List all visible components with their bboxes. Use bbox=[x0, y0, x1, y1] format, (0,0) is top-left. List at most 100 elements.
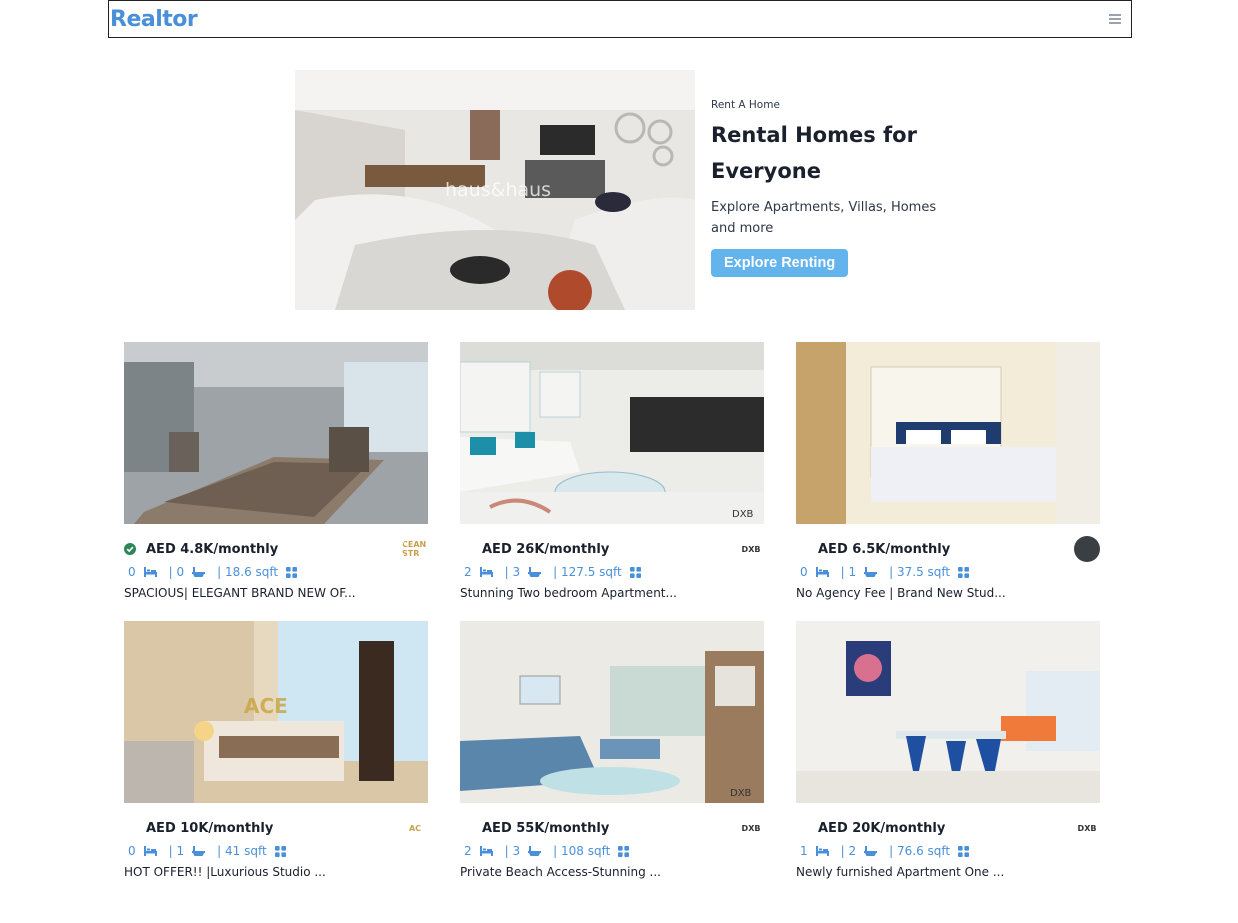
property-stats: 0 | 1 | 41 sqft bbox=[124, 843, 428, 859]
property-title: HOT OFFER!! |Luxurious Studio ... bbox=[124, 865, 326, 879]
price-row: AED 10K/monthly AC bbox=[124, 815, 428, 841]
hero-description: Explore Apartments, Villas, Homes and mo… bbox=[711, 197, 941, 239]
grid-area-icon bbox=[958, 845, 970, 857]
property-title: Newly furnished Apartment One ... bbox=[796, 865, 1005, 879]
area-size: | 127.5 sqft bbox=[553, 565, 622, 579]
bath-icon bbox=[864, 845, 878, 856]
area-size: | 76.6 sqft bbox=[889, 844, 951, 858]
price-wrap: AED 6.5K/monthly bbox=[796, 542, 950, 557]
property-image bbox=[796, 342, 1100, 524]
navbar: Realtor bbox=[108, 0, 1132, 38]
baths-count: | 1 bbox=[168, 844, 185, 858]
hero-banner: haus&haus Rent A Home Rental Homes for E… bbox=[295, 70, 951, 310]
property-title: Stunning Two bedroom Apartment... bbox=[460, 586, 677, 600]
bed-icon bbox=[143, 567, 157, 577]
hero-title-line1: Rental Homes for bbox=[711, 123, 917, 147]
price-row: AED 55K/monthly DXB bbox=[460, 815, 764, 841]
property-price: AED 26K/monthly bbox=[482, 541, 610, 557]
agency-avatar: AC bbox=[402, 815, 428, 841]
rooms-count: 2 bbox=[464, 565, 472, 579]
price-wrap: AED 10K/monthly bbox=[124, 821, 273, 836]
rooms-count: 0 bbox=[128, 565, 136, 579]
agency-avatar: CEAN STR bbox=[402, 536, 428, 562]
baths-count: | 3 bbox=[504, 844, 521, 858]
bath-icon bbox=[864, 566, 878, 577]
logo[interactable]: Realtor bbox=[110, 7, 198, 32]
baths-count: | 0 bbox=[168, 565, 185, 579]
property-stats: 2 | 3 | 108 sqft bbox=[460, 843, 764, 859]
grid-area-icon bbox=[958, 566, 970, 578]
bath-icon bbox=[192, 845, 206, 856]
grid-area-icon bbox=[286, 566, 298, 578]
price-row: AED 6.5K/monthly bbox=[796, 536, 1100, 562]
area-size: | 41 sqft bbox=[217, 844, 267, 858]
property-image bbox=[124, 342, 428, 524]
bed-icon bbox=[143, 846, 157, 856]
agency-avatar: DXB bbox=[738, 536, 764, 562]
agency-avatar bbox=[1074, 536, 1100, 562]
listings-grid: AED 4.8K/monthly CEAN STR 0 | 0 | 18.6 s… bbox=[124, 342, 1100, 900]
agency-avatar: DXB bbox=[738, 815, 764, 841]
price-wrap: AED 4.8K/monthly bbox=[124, 542, 278, 557]
property-title: SPACIOUS| ELEGANT BRAND NEW OF... bbox=[124, 586, 356, 600]
property-price: AED 20K/monthly bbox=[818, 820, 946, 836]
property-stats: 2 | 3 | 127.5 sqft bbox=[460, 564, 764, 580]
hero-desc-line1: Explore Apartments, Villas, Homes bbox=[711, 200, 937, 215]
explore-renting-button[interactable]: Explore Renting bbox=[711, 249, 849, 277]
hero-purpose: Rent A Home bbox=[711, 99, 780, 111]
svg-text:ACE: ACE bbox=[244, 694, 288, 718]
bath-icon bbox=[528, 845, 542, 856]
property-stats: 0 | 0 | 18.6 sqft bbox=[124, 564, 428, 580]
grid-area-icon bbox=[274, 845, 286, 857]
property-image: DXB bbox=[460, 621, 764, 803]
property-image bbox=[796, 621, 1100, 803]
hero-text: Rent A Home Rental Homes for Everyone Ex… bbox=[711, 70, 951, 310]
svg-text:DXB: DXB bbox=[732, 509, 754, 520]
area-size: | 18.6 sqft bbox=[217, 565, 279, 579]
property-card[interactable]: ACE AED 10K/monthly AC 0 | 1 | 41 sqft H… bbox=[124, 621, 428, 900]
hamburger-menu-icon[interactable] bbox=[1109, 14, 1121, 24]
property-price: AED 4.8K/monthly bbox=[146, 541, 279, 557]
bed-icon bbox=[815, 567, 829, 577]
property-stats: 0 | 1 | 37.5 sqft bbox=[796, 564, 1100, 580]
property-price: AED 10K/monthly bbox=[146, 820, 274, 836]
hero-title: Rental Homes for Everyone bbox=[711, 117, 951, 189]
area-size: | 37.5 sqft bbox=[889, 565, 951, 579]
rooms-count: 1 bbox=[800, 844, 808, 858]
property-card[interactable]: AED 4.8K/monthly CEAN STR 0 | 0 | 18.6 s… bbox=[124, 342, 428, 621]
property-title: Private Beach Access-Stunning ... bbox=[460, 865, 661, 879]
grid-area-icon bbox=[629, 566, 641, 578]
property-card[interactable]: DXB AED 26K/monthly DXB 2 | 3 | 127.5 sq… bbox=[460, 342, 764, 621]
price-row: AED 4.8K/monthly CEAN STR bbox=[124, 536, 428, 562]
hero-image: haus&haus bbox=[295, 70, 695, 310]
property-image: DXB bbox=[460, 342, 764, 524]
agency-avatar: DXB bbox=[1074, 815, 1100, 841]
property-price: AED 6.5K/monthly bbox=[818, 541, 951, 557]
property-card[interactable]: AED 6.5K/monthly 0 | 1 | 37.5 sqft No Ag… bbox=[796, 342, 1100, 621]
price-wrap: AED 20K/monthly bbox=[796, 821, 945, 836]
baths-count: | 1 bbox=[840, 565, 857, 579]
hero-title-line2: Everyone bbox=[711, 159, 821, 183]
price-wrap: AED 26K/monthly bbox=[460, 542, 609, 557]
property-image: ACE bbox=[124, 621, 428, 803]
bed-icon bbox=[479, 846, 493, 856]
grid-area-icon bbox=[618, 845, 630, 857]
property-stats: 1 | 2 | 76.6 sqft bbox=[796, 843, 1100, 859]
price-row: AED 26K/monthly DXB bbox=[460, 536, 764, 562]
bath-icon bbox=[192, 566, 206, 577]
area-size: | 108 sqft bbox=[553, 844, 611, 858]
price-row: AED 20K/monthly DXB bbox=[796, 815, 1100, 841]
rooms-count: 0 bbox=[128, 844, 136, 858]
rooms-count: 0 bbox=[800, 565, 808, 579]
baths-count: | 3 bbox=[504, 565, 521, 579]
property-price: AED 55K/monthly bbox=[482, 820, 610, 836]
baths-count: | 2 bbox=[840, 844, 857, 858]
hero-desc-line2: and more bbox=[711, 221, 774, 236]
price-wrap: AED 55K/monthly bbox=[460, 821, 609, 836]
bed-icon bbox=[815, 846, 829, 856]
bath-icon bbox=[528, 566, 542, 577]
hero-watermark: haus&haus bbox=[445, 179, 551, 201]
property-card[interactable]: DXB AED 55K/monthly DXB 2 | 3 | 108 sqft… bbox=[460, 621, 764, 900]
property-card[interactable]: AED 20K/monthly DXB 1 | 2 | 76.6 sqft Ne… bbox=[796, 621, 1100, 900]
bed-icon bbox=[479, 567, 493, 577]
